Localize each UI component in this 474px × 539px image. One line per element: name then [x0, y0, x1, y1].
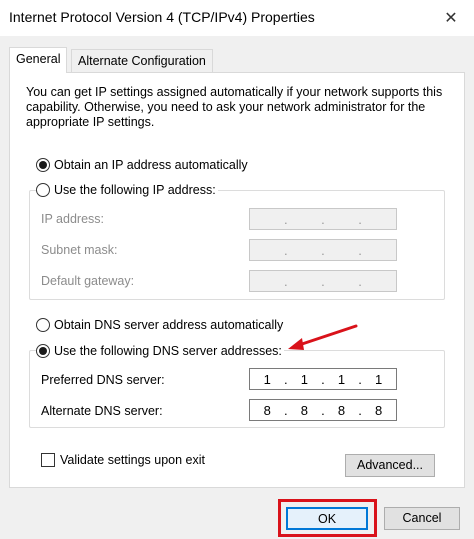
- ip-address-input[interactable]: . . .: [249, 208, 397, 230]
- dns-octet: 8: [300, 402, 309, 418]
- close-icon: ✕: [444, 10, 458, 27]
- alternate-dns-label: Alternate DNS server:: [41, 404, 163, 418]
- arrow-head: [288, 338, 304, 350]
- ok-button[interactable]: OK: [286, 507, 368, 530]
- obtain-ip-auto-option[interactable]: Obtain an IP address automatically: [36, 158, 250, 172]
- use-following-dns-label: Use the following DNS server addresses:: [54, 344, 282, 358]
- octet-dot: .: [358, 371, 362, 387]
- octet-dot: .: [284, 242, 288, 258]
- octet-dot: .: [321, 371, 325, 387]
- cancel-button[interactable]: Cancel: [384, 507, 460, 530]
- obtain-ip-auto-label: Obtain an IP address automatically: [54, 158, 248, 172]
- description-text: You can get IP settings assigned automat…: [26, 85, 443, 129]
- subnet-mask-input[interactable]: . . .: [249, 239, 397, 261]
- use-following-ip-label: Use the following IP address:: [54, 183, 216, 197]
- dns-octet: 1: [375, 371, 383, 387]
- octet-dot: .: [284, 371, 288, 387]
- octet-dot: .: [358, 273, 362, 289]
- octet-dot: .: [358, 242, 362, 258]
- dns-octet: 8: [263, 402, 271, 418]
- use-following-ip-option[interactable]: Use the following IP address:: [36, 183, 218, 197]
- use-following-dns-radio[interactable]: [36, 344, 50, 358]
- octet-dot: .: [358, 402, 362, 418]
- subnet-mask-label: Subnet mask:: [41, 243, 118, 257]
- obtain-dns-auto-label: Obtain DNS server address automatically: [54, 318, 284, 332]
- dns-octet: 1: [300, 371, 309, 387]
- arrow-shaft: [294, 324, 358, 348]
- validate-settings-checkbox[interactable]: [41, 453, 55, 467]
- alternate-dns-input[interactable]: 8. 8. 8. 8: [249, 399, 397, 421]
- ip-address-label: IP address:: [41, 212, 105, 226]
- obtain-dns-auto-radio[interactable]: [36, 318, 50, 332]
- preferred-dns-input[interactable]: 1. 1. 1. 1: [249, 368, 397, 390]
- preferred-dns-label: Preferred DNS server:: [41, 373, 165, 387]
- validate-settings-label: Validate settings upon exit: [60, 453, 206, 467]
- window-title: Internet Protocol Version 4 (TCP/IPv4) P…: [9, 9, 315, 25]
- octet-dot: .: [321, 402, 325, 418]
- validate-settings-option[interactable]: Validate settings upon exit: [41, 453, 205, 467]
- dns-octet: 1: [337, 371, 346, 387]
- octet-dot: .: [321, 242, 325, 258]
- use-following-ip-radio[interactable]: [36, 183, 50, 197]
- obtain-ip-auto-radio[interactable]: [36, 158, 50, 172]
- dns-octet: 8: [375, 402, 383, 418]
- default-gateway-label: Default gateway:: [41, 274, 135, 288]
- octet-dot: .: [358, 211, 362, 227]
- title-bar: Internet Protocol Version 4 (TCP/IPv4) P…: [0, 0, 474, 36]
- octet-dot: .: [321, 273, 325, 289]
- tab-alternate-configuration[interactable]: Alternate Configuration: [71, 49, 213, 73]
- advanced-button[interactable]: Advanced...: [345, 454, 435, 477]
- default-gateway-input[interactable]: . . .: [249, 270, 397, 292]
- octet-dot: .: [321, 211, 325, 227]
- octet-dot: .: [284, 273, 288, 289]
- octet-dot: .: [284, 402, 288, 418]
- dns-octet: 1: [263, 371, 271, 387]
- red-arrow-annotation: [288, 324, 358, 350]
- use-following-dns-option[interactable]: Use the following DNS server addresses:: [36, 344, 284, 358]
- obtain-dns-auto-option[interactable]: Obtain DNS server address automatically: [36, 318, 286, 332]
- close-button[interactable]: ✕: [428, 0, 474, 36]
- tab-general[interactable]: General: [9, 47, 68, 73]
- dns-octet: 8: [337, 402, 346, 418]
- octet-dot: .: [284, 211, 288, 227]
